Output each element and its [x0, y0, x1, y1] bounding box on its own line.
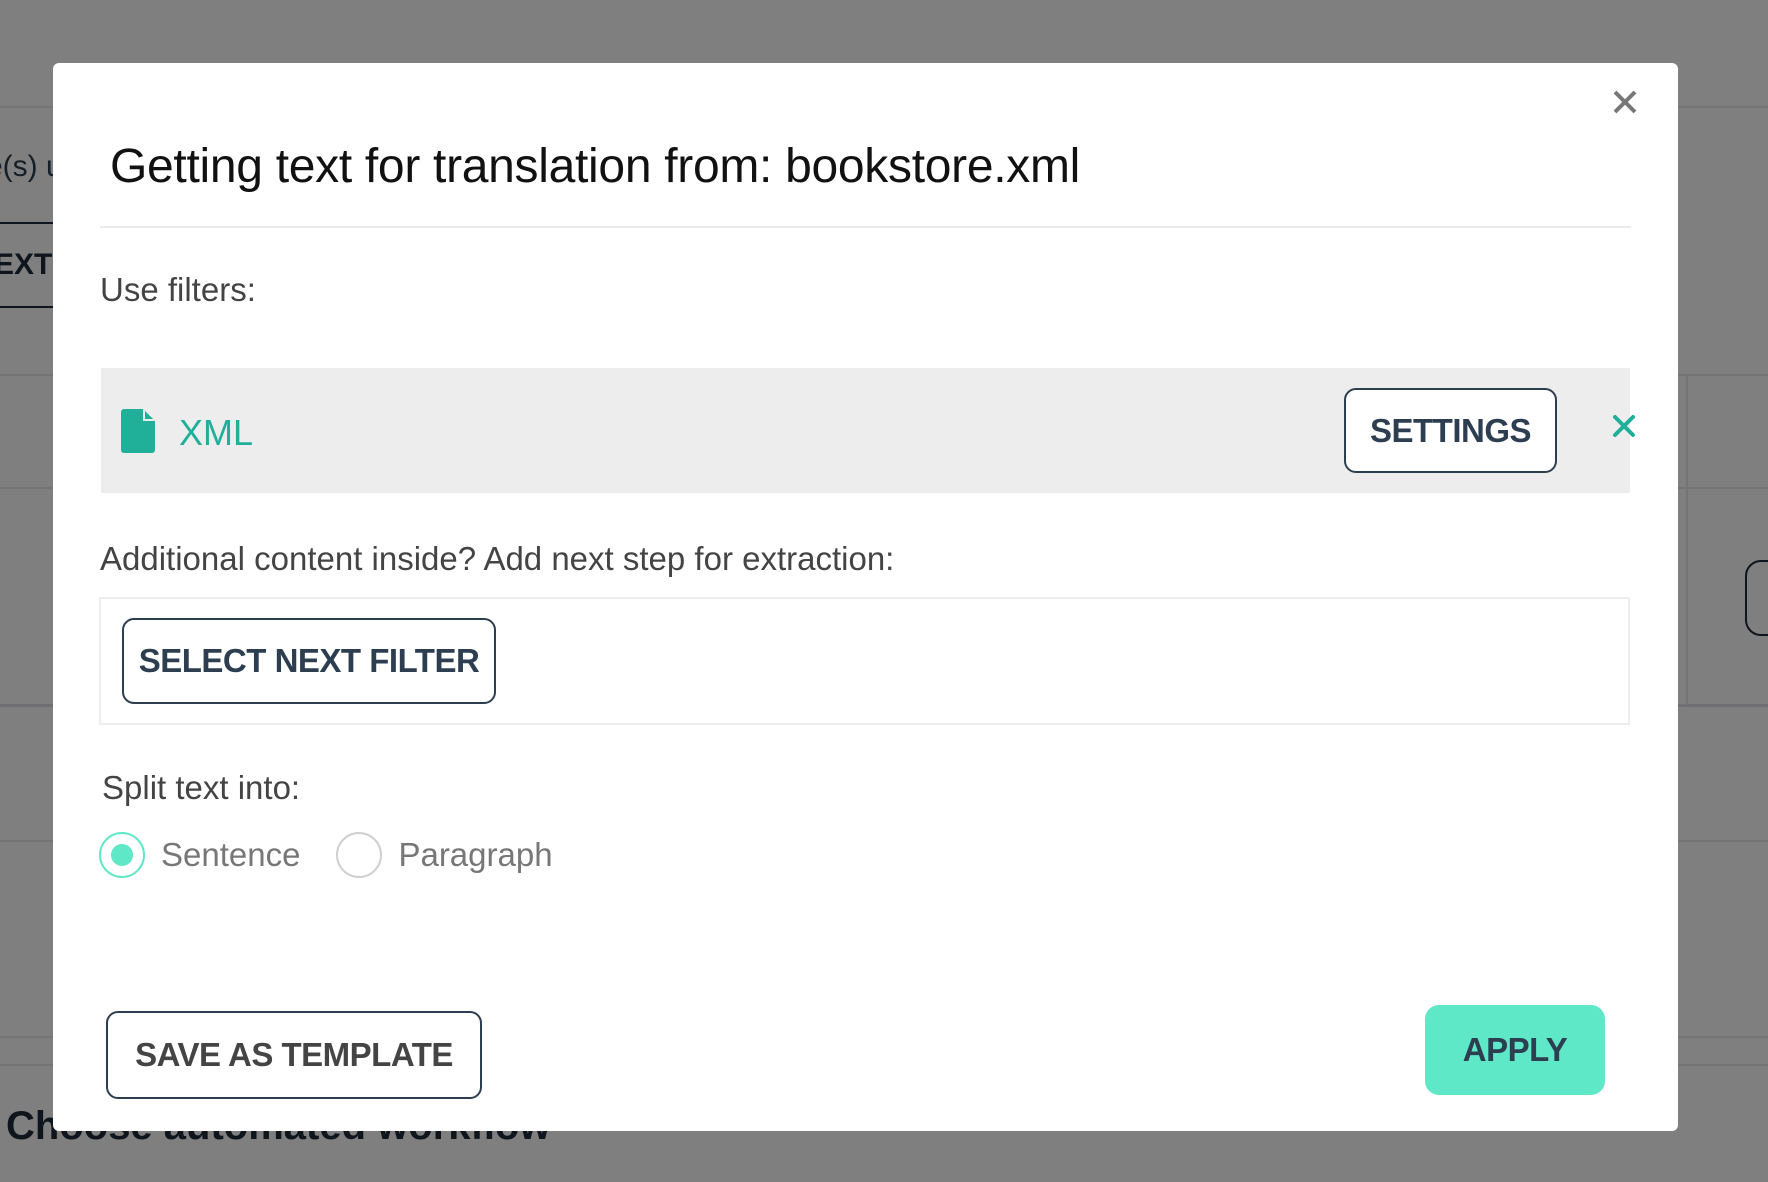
split-radio-group: Sentence Paragraph: [99, 831, 589, 879]
close-button[interactable]: [1610, 87, 1640, 117]
radio-option-sentence[interactable]: Sentence: [99, 832, 300, 878]
filter-item: XML SETTINGS: [101, 368, 1635, 493]
select-next-filter-button[interactable]: SELECT NEXT FILTER: [122, 618, 496, 704]
apply-button[interactable]: APPLY: [1425, 1005, 1605, 1095]
dialog-title: Getting text for translation from: books…: [110, 140, 1080, 193]
split-text-label: Split text into:: [102, 769, 301, 806]
additional-content-label: Additional content inside? Add next step…: [100, 540, 895, 577]
radio-label-paragraph: Paragraph: [398, 836, 553, 873]
save-as-template-button[interactable]: SAVE AS TEMPLATE: [106, 1011, 482, 1099]
remove-icon: [1613, 415, 1635, 437]
radio-sentence[interactable]: [99, 832, 145, 878]
remove-filter-button[interactable]: [1610, 412, 1638, 440]
filter-name: XML: [179, 412, 254, 453]
close-icon: [1613, 90, 1637, 114]
radio-option-paragraph[interactable]: Paragraph: [336, 832, 553, 878]
extraction-dialog: Getting text for translation from: books…: [53, 63, 1678, 1131]
radio-label-sentence: Sentence: [161, 836, 301, 873]
settings-button[interactable]: SETTINGS: [1344, 388, 1557, 473]
file-icon: [121, 409, 155, 453]
next-filter-box: SELECT NEXT FILTER: [99, 597, 1630, 725]
title-divider: [100, 226, 1631, 228]
radio-paragraph[interactable]: [336, 832, 383, 878]
use-filters-label: Use filters:: [100, 271, 256, 308]
